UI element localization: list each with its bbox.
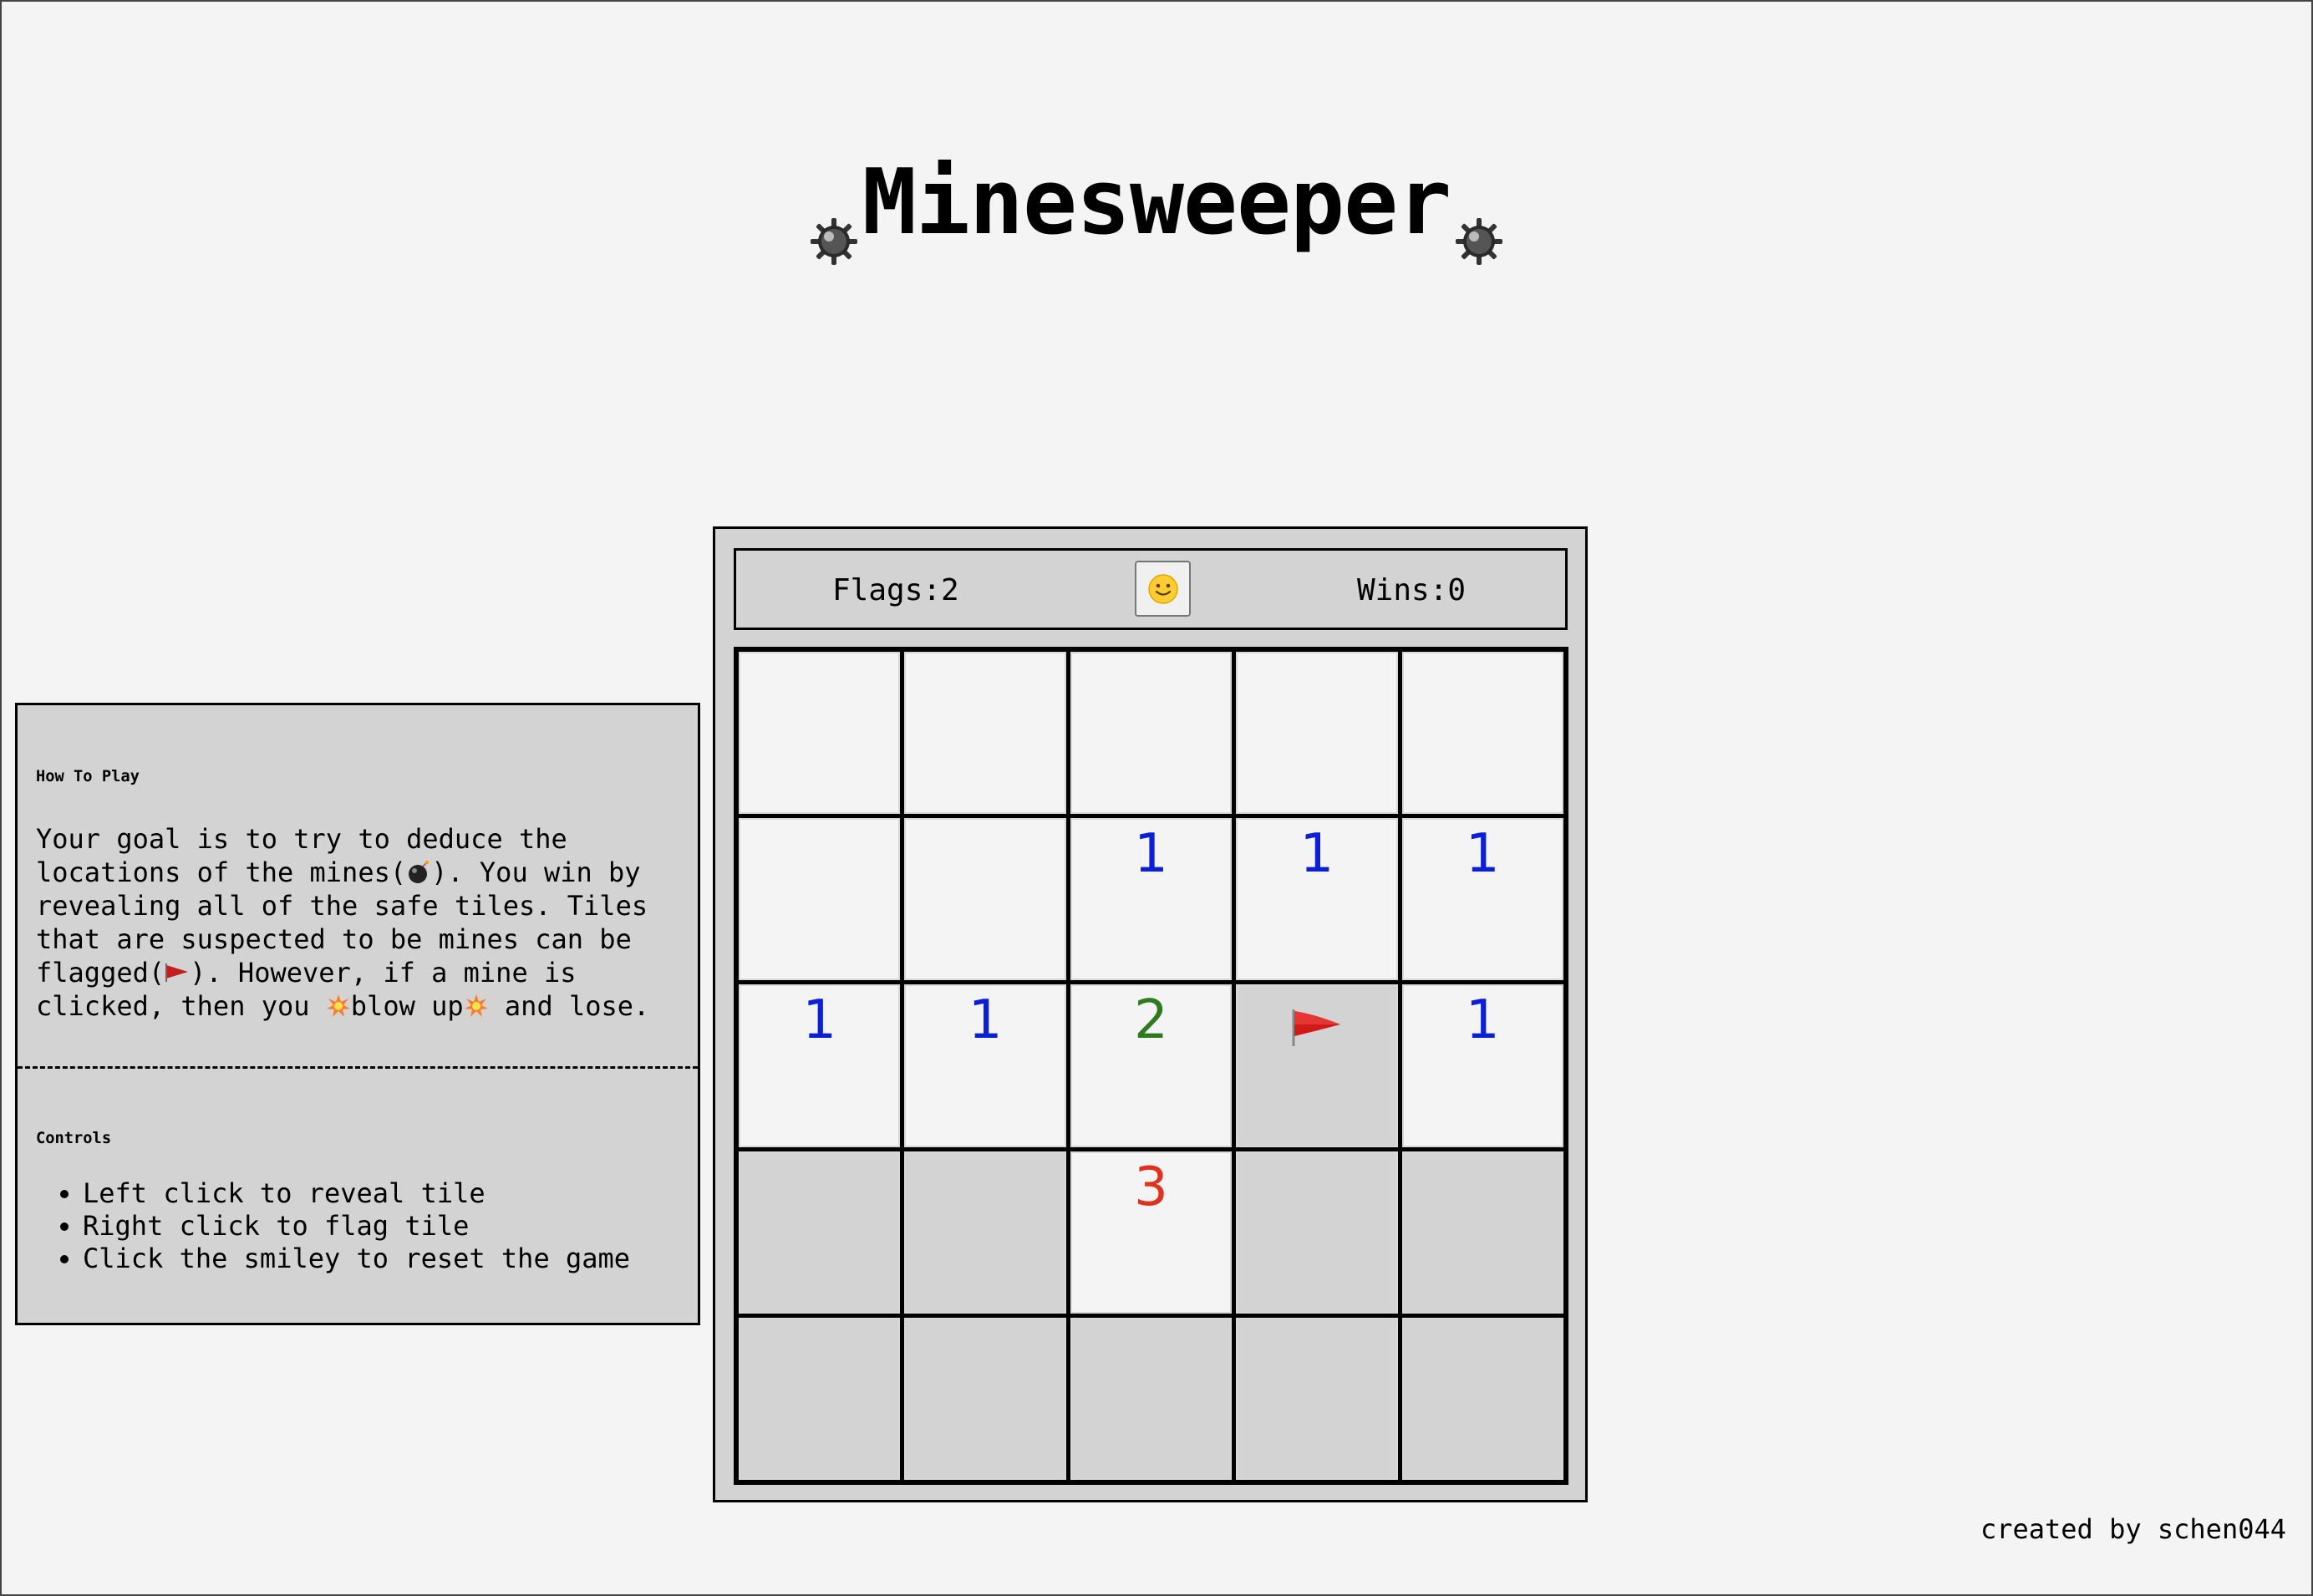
section-divider [18, 1066, 698, 1069]
controls-item: Left click to reveal tile [83, 1177, 630, 1210]
how-to-play-text: Your goal is to try to deduce the locati… [36, 822, 696, 1023]
explosion-icon [326, 990, 351, 1022]
cell-number: 1 [968, 989, 1003, 1052]
controls-list: Left click to reveal tile Right click to… [36, 1177, 630, 1275]
board-cell[interactable]: 1 [1236, 818, 1398, 981]
how-to-play-text-part: blow up [350, 990, 464, 1022]
board-cell[interactable] [1236, 1317, 1398, 1480]
cell-number: 1 [1134, 823, 1168, 886]
board-cell[interactable]: 1 [1401, 984, 1563, 1147]
how-to-play-text-part: and lose. [488, 990, 650, 1022]
status-bar: Flags:2 Wins:0 [734, 548, 1568, 630]
board-cell[interactable] [1401, 1317, 1563, 1480]
smiley-icon [1147, 573, 1178, 604]
board-cell[interactable]: 2 [1070, 984, 1233, 1147]
flag-icon [165, 957, 190, 989]
board-cell[interactable]: 1 [904, 984, 1066, 1147]
how-to-play-heading: How To Play [36, 767, 140, 785]
mine-grid: 1 1 1 1 1 2 1 3 [734, 647, 1568, 1485]
flags-counter: Flags:2 [832, 573, 959, 607]
board-cell[interactable] [904, 818, 1066, 981]
flag-icon [1290, 1001, 1344, 1060]
board-cell[interactable] [1236, 652, 1398, 815]
controls-heading: Controls [36, 1129, 112, 1147]
info-panel: How To Play Your goal is to try to deduc… [15, 703, 700, 1325]
cell-number: 1 [1299, 823, 1334, 886]
board-cell[interactable]: 1 [1401, 818, 1563, 981]
board-cell[interactable] [739, 1317, 901, 1480]
board-cell[interactable] [904, 1317, 1066, 1480]
board-cell[interactable]: 3 [1070, 1151, 1233, 1314]
board-cell[interactable] [1236, 984, 1398, 1147]
controls-item: Right click to flag tile [83, 1210, 630, 1243]
cell-number: 3 [1134, 1156, 1168, 1218]
board-cell[interactable] [904, 1151, 1066, 1314]
reset-smiley-button[interactable] [1135, 561, 1191, 617]
board-cell[interactable] [739, 1151, 901, 1314]
board-cell[interactable] [739, 652, 901, 815]
board-cell[interactable] [1070, 1317, 1233, 1480]
board-cell[interactable] [1401, 652, 1563, 815]
board-cell[interactable] [1236, 1151, 1398, 1314]
controls-item: Click the smiley to reset the game [83, 1243, 630, 1275]
board-cell[interactable]: 1 [1070, 818, 1233, 981]
explosion-icon [464, 990, 489, 1022]
game-board-container: Flags:2 Wins:0 1 1 1 1 1 2 1 3 [713, 526, 1588, 1502]
cell-number: 1 [1465, 989, 1500, 1052]
how-to-play-section: How To Play Your goal is to try to deduc… [18, 705, 698, 1068]
title-text: Minesweeper [862, 150, 1451, 255]
board-cell[interactable] [904, 652, 1066, 815]
board-cell[interactable] [1070, 652, 1233, 815]
cell-number: 2 [1134, 989, 1168, 1052]
mine-icon [1454, 182, 1504, 265]
wins-counter: Wins:0 [1357, 573, 1467, 607]
mine-icon [809, 182, 859, 265]
board-cell[interactable] [739, 818, 901, 981]
bomb-icon [406, 856, 431, 888]
board-cell[interactable]: 1 [739, 984, 901, 1147]
board-cell[interactable] [1401, 1151, 1563, 1314]
credit-text: created by schen044 [1980, 1513, 2286, 1545]
page-title: Minesweeper [0, 149, 2313, 291]
cell-number: 1 [802, 989, 837, 1052]
cell-number: 1 [1465, 823, 1500, 886]
